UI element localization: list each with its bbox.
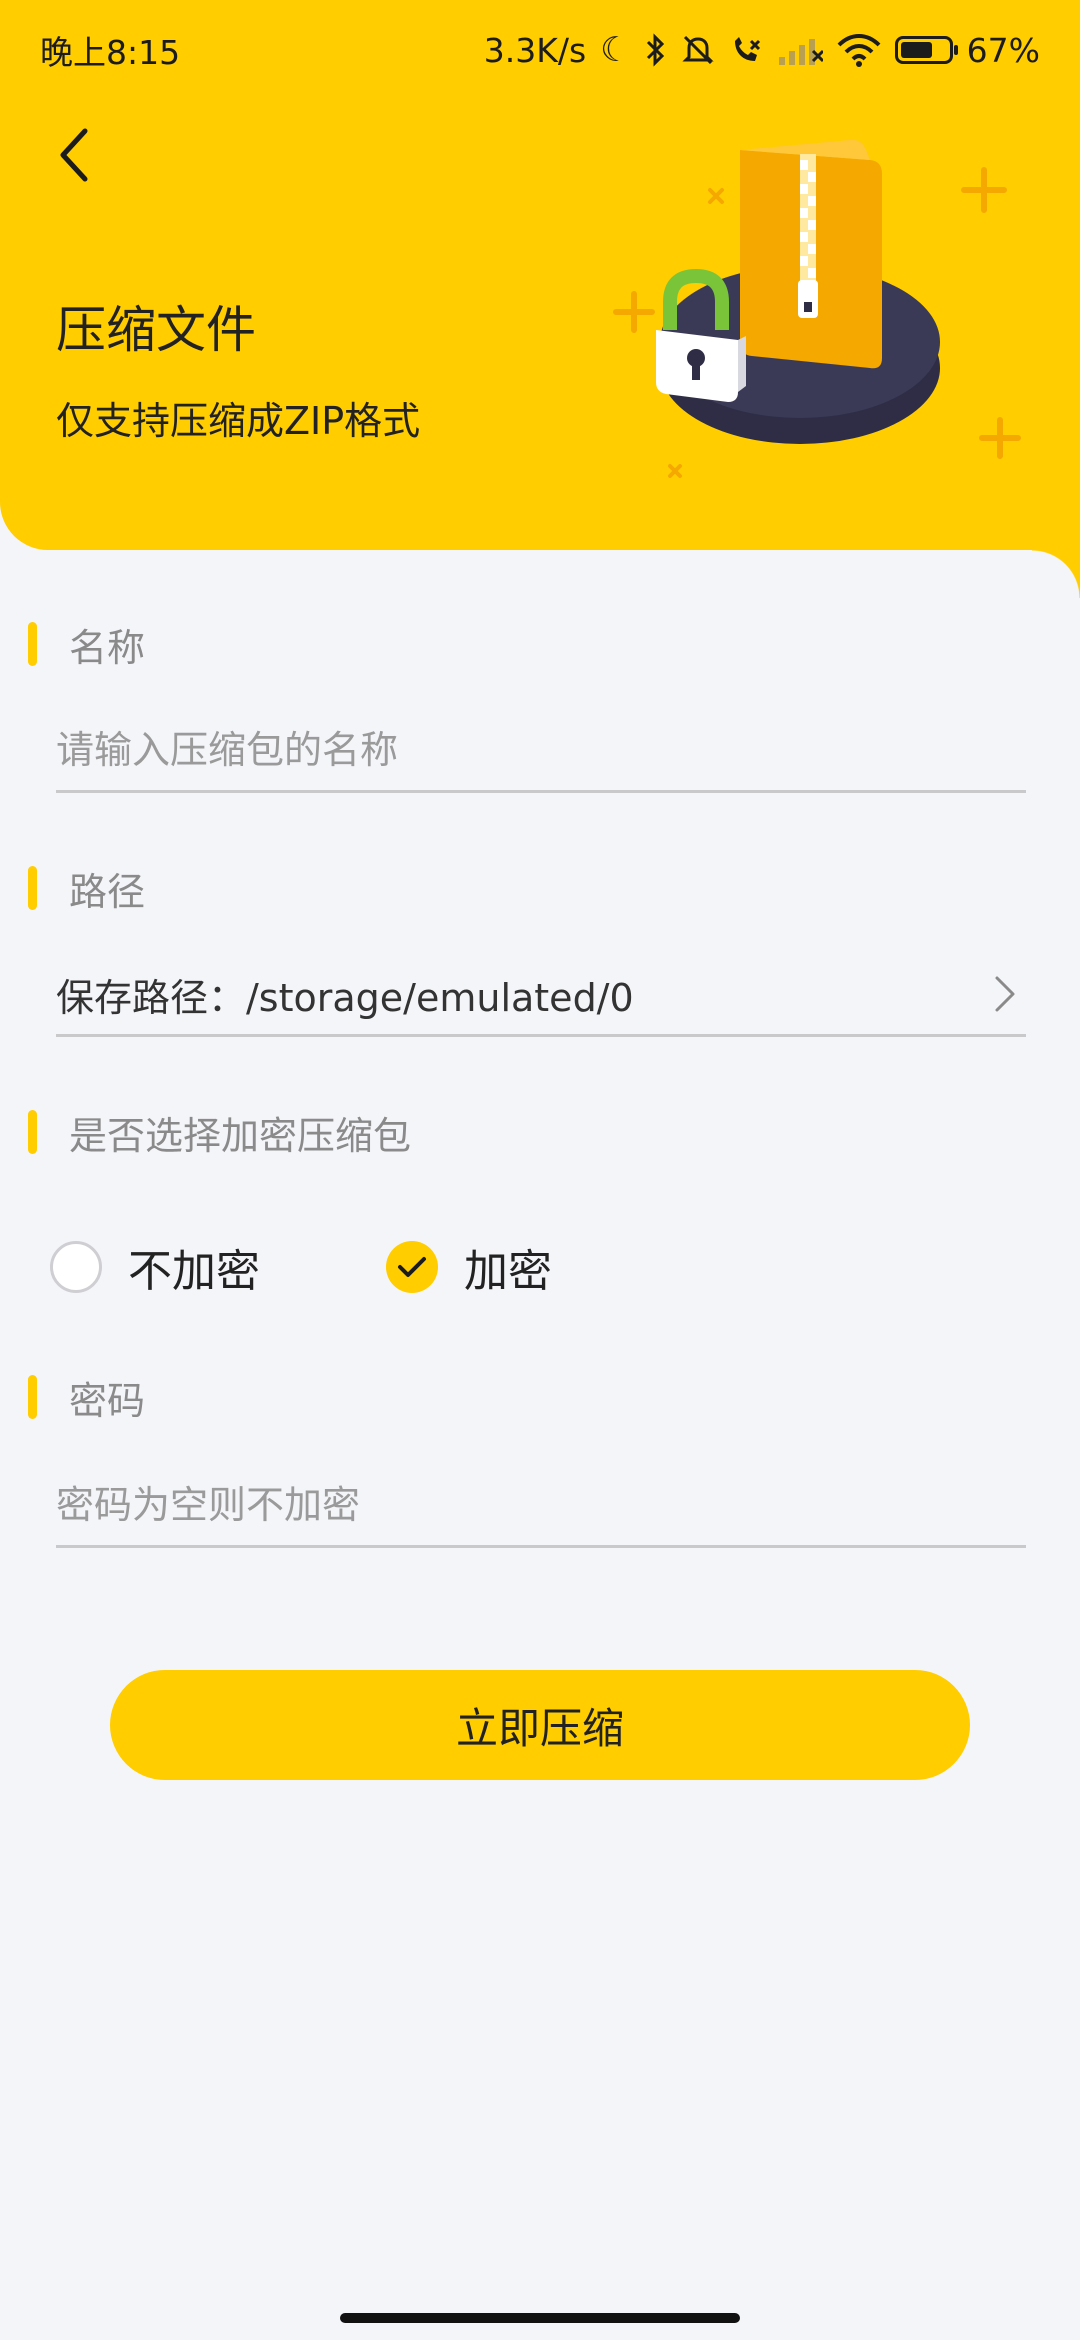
radio-checked-icon <box>386 1241 438 1293</box>
section-accent-bar <box>28 866 37 910</box>
save-path-row[interactable]: 保存路径：/storage/emulated/0 <box>56 954 1026 1037</box>
home-indicator[interactable] <box>340 2313 740 2323</box>
password-field[interactable] <box>56 1465 1026 1548</box>
encrypt-section-label: 是否选择加密压缩包 <box>28 1110 411 1158</box>
chevron-right-icon <box>995 976 1015 1012</box>
section-accent-bar <box>28 1110 37 1154</box>
radio-encrypt[interactable]: 加密 <box>386 1235 552 1299</box>
page-subtitle: 仅支持压缩成ZIP格式 <box>56 399 421 443</box>
net-speed: 3.3K/s <box>483 30 587 70</box>
save-path-text: 保存路径：/storage/emulated/0 <box>56 975 634 1020</box>
back-button[interactable] <box>40 120 110 190</box>
password-label-text: 密码 <box>69 1378 146 1423</box>
status-time: 晚上8:15 <box>40 33 181 72</box>
chevron-left-icon <box>60 128 88 182</box>
radio-unchecked-icon <box>50 1241 102 1293</box>
zip-folder-illustration <box>613 139 1021 478</box>
page-title: 压缩文件 <box>56 301 256 359</box>
mute-bell-icon <box>682 35 714 65</box>
missed-call-icon <box>734 37 760 61</box>
battery-icon <box>894 36 958 64</box>
radio-encrypt-label: 加密 <box>464 1246 552 1297</box>
path-section-label: 路径 <box>28 866 145 914</box>
header-curve <box>1032 550 1080 598</box>
password-input[interactable] <box>56 1483 1026 1527</box>
encrypt-label-text: 是否选择加密压缩包 <box>69 1113 412 1158</box>
moon-icon: ☾ <box>600 30 631 70</box>
password-section-label: 密码 <box>28 1375 145 1423</box>
name-section-label: 名称 <box>28 622 145 670</box>
name-input[interactable] <box>56 728 1026 772</box>
radio-no-encrypt[interactable]: 不加密 <box>50 1235 260 1299</box>
path-label-text: 路径 <box>69 869 146 914</box>
status-icons: 3.3K/s ☾ 67% <box>484 31 1040 70</box>
wifi-icon <box>837 34 881 67</box>
section-accent-bar <box>28 622 37 666</box>
name-label-text: 名称 <box>69 625 146 670</box>
radio-no-encrypt-label: 不加密 <box>128 1246 260 1297</box>
section-accent-bar <box>28 1375 37 1419</box>
compress-now-button[interactable]: 立即压缩 <box>110 1670 970 1780</box>
name-field[interactable] <box>56 710 1026 793</box>
status-bar: 晚上8:15 3.3K/s ☾ 67% <box>0 0 1080 100</box>
bluetooth-icon <box>646 33 664 67</box>
check-icon <box>398 1257 426 1277</box>
signal-icon <box>778 39 823 65</box>
battery-percent: 67% <box>966 30 1040 70</box>
